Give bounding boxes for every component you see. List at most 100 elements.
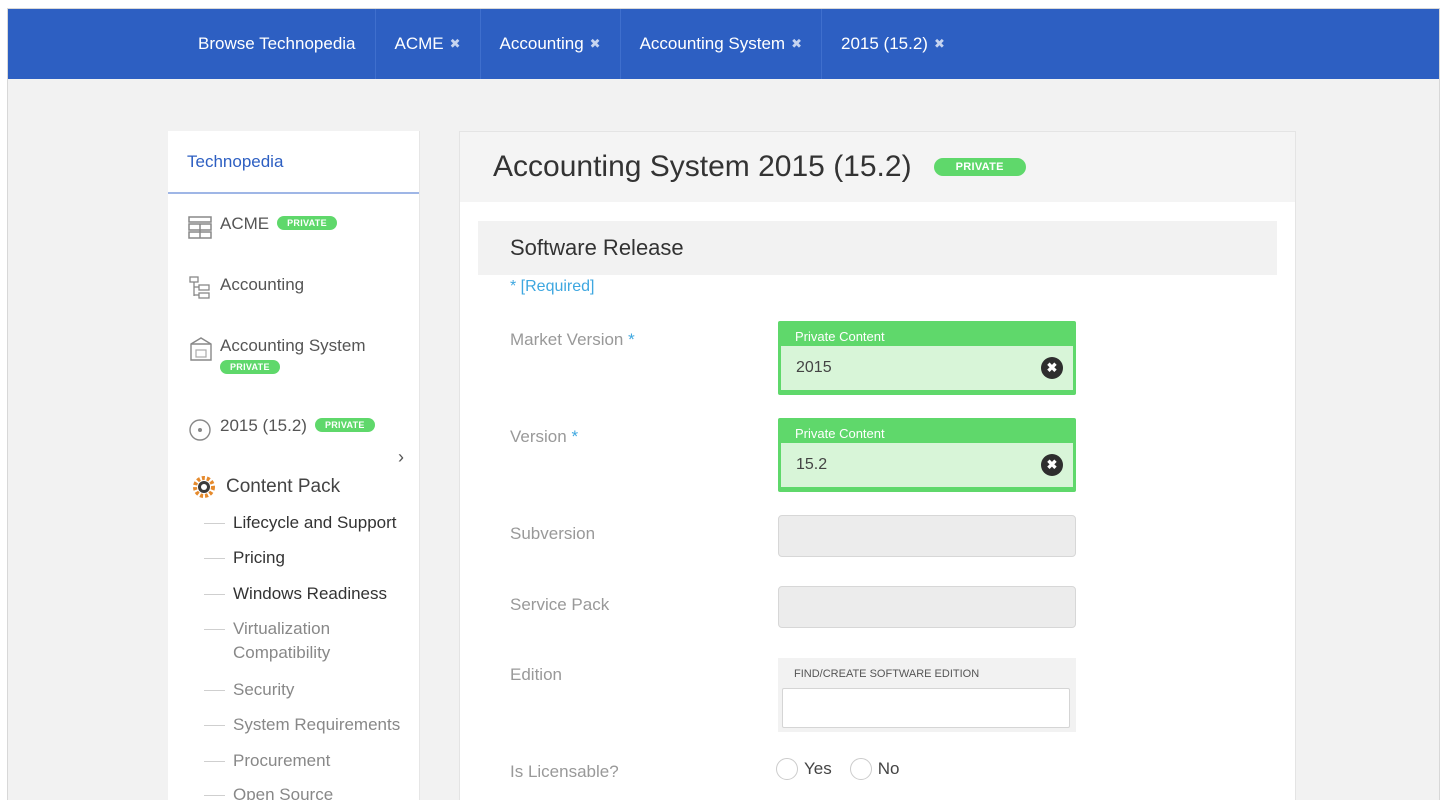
sidebar-sub-procurement[interactable]: Procurement xyxy=(204,749,330,773)
close-icon[interactable]: ✖ xyxy=(450,36,461,52)
market-version-input[interactable]: 2015 ✖ xyxy=(781,346,1073,390)
main-panel: Accounting System 2015 (15.2) PRIVATE So… xyxy=(459,131,1296,800)
radio-yes[interactable]: Yes xyxy=(776,758,832,780)
edition-field: FIND/CREATE SOFTWARE EDITION xyxy=(778,658,1076,732)
radio-label: No xyxy=(877,759,900,778)
subversion-input[interactable] xyxy=(778,515,1076,557)
service-pack-label: Service Pack xyxy=(510,595,610,614)
page-header: Accounting System 2015 (15.2) PRIVATE xyxy=(460,132,1295,202)
disc-icon xyxy=(188,415,220,443)
crumb-label: Accounting System xyxy=(639,34,786,53)
building-icon xyxy=(188,213,220,241)
sidebar-header[interactable]: Technopedia xyxy=(168,131,419,194)
close-icon[interactable]: ✖ xyxy=(934,36,945,52)
clear-icon[interactable]: ✖ xyxy=(1041,357,1063,379)
sidebar-item-label: Accounting xyxy=(220,275,305,294)
field-label-text: Version xyxy=(510,427,567,446)
sidebar: Technopedia ACME PRIVATE Accounting Acco… xyxy=(168,131,420,800)
sidebar-title: Technopedia xyxy=(187,151,284,171)
tree-connector xyxy=(204,629,225,630)
gear-icon xyxy=(192,475,216,499)
hierarchy-icon xyxy=(188,274,220,302)
crumb-browse-technopedia[interactable]: Browse Technopedia xyxy=(178,9,376,79)
crumb-acme[interactable]: ACME ✖ xyxy=(376,9,481,79)
version-input[interactable]: 15.2 ✖ xyxy=(781,443,1073,487)
radio-button[interactable] xyxy=(776,758,798,780)
section-title: Software Release xyxy=(510,235,684,260)
edition-caption: FIND/CREATE SOFTWARE EDITION xyxy=(794,668,980,680)
sidebar-item-2015[interactable]: 2015 (15.2) PRIVATE xyxy=(188,415,375,443)
sub-item-label: System Requirements xyxy=(233,715,401,734)
sub-item-label: Windows Readiness xyxy=(233,584,388,603)
section-header: Software Release xyxy=(478,221,1277,275)
required-marker: * xyxy=(571,427,579,446)
market-version-field: Private Content 2015 ✖ xyxy=(778,321,1076,395)
version-field: Private Content 15.2 ✖ xyxy=(778,418,1076,492)
crumb-accounting[interactable]: Accounting ✖ xyxy=(481,9,621,79)
sidebar-item-acme[interactable]: ACME PRIVATE xyxy=(188,213,337,241)
content-pack-label: Content Pack xyxy=(226,476,341,497)
sidebar-sub-system-requirements[interactable]: System Requirements xyxy=(204,713,400,737)
radio-button[interactable] xyxy=(849,758,872,780)
sidebar-sub-security[interactable]: Security xyxy=(204,678,294,702)
private-badge: PRIVATE xyxy=(314,418,375,432)
sidebar-item-label: 2015 (15.2) xyxy=(220,416,307,435)
radio-label: Yes xyxy=(804,759,832,778)
required-note: * [Required] xyxy=(510,278,595,295)
subversion-label: Subversion xyxy=(510,524,596,543)
tree-connector xyxy=(204,594,225,595)
market-version-label: Market Version * xyxy=(510,330,635,350)
market-version-value: 2015 xyxy=(796,359,832,376)
crumb-label: Accounting xyxy=(499,34,584,53)
required-marker: * xyxy=(628,330,635,349)
private-badge: PRIVATE xyxy=(220,359,280,374)
field-label-text: Market Version xyxy=(510,330,624,349)
crumb-accounting-system[interactable]: Accounting System ✖ xyxy=(621,9,822,79)
sidebar-sub-lifecycle[interactable]: Lifecycle and Support xyxy=(204,511,397,535)
page-title: Accounting System 2015 (15.2) xyxy=(493,150,912,183)
private-badge: PRIVATE xyxy=(277,216,337,230)
tree-connector xyxy=(204,761,225,762)
edition-label: Edition xyxy=(510,665,562,684)
chevron-right-icon[interactable]: › xyxy=(398,447,404,468)
is-licensable-label: Is Licensable? xyxy=(510,762,619,781)
crumb-label: 2015 (15.2) xyxy=(841,34,928,53)
sub-item-label: Security xyxy=(233,680,295,699)
close-icon[interactable]: ✖ xyxy=(791,36,802,52)
tree-connector xyxy=(204,523,225,524)
sub-item-label: Pricing xyxy=(233,548,285,567)
crumb-label: ACME xyxy=(394,34,444,53)
sidebar-sub-open-source[interactable]: Open Source xyxy=(204,783,333,800)
clear-icon[interactable]: ✖ xyxy=(1041,454,1063,476)
private-content-caption: Private Content xyxy=(795,329,885,344)
breadcrumb: Browse Technopedia ACME ✖ Accounting ✖ A… xyxy=(178,9,964,79)
sub-item-label: Open Source xyxy=(233,785,334,800)
service-pack-input[interactable] xyxy=(778,586,1076,628)
sub-item-label: Procurement xyxy=(233,751,331,770)
private-content-caption: Private Content xyxy=(795,426,885,441)
top-nav-bar: Browse Technopedia ACME ✖ Accounting ✖ A… xyxy=(8,9,1439,79)
tree-connector xyxy=(204,558,225,559)
is-licensable-options: Yes No xyxy=(776,758,917,780)
version-label: Version * xyxy=(510,427,578,447)
sub-item-label: Virtualization Compatibility xyxy=(233,619,331,662)
version-value: 15.2 xyxy=(796,456,828,473)
sidebar-item-label: ACME xyxy=(220,214,270,233)
sidebar-item-accounting-system[interactable]: Accounting System PRIVATE xyxy=(188,335,366,375)
sidebar-item-label: Accounting System xyxy=(220,336,366,355)
crumb-2015[interactable]: 2015 (15.2) ✖ xyxy=(822,9,964,79)
crumb-label: Browse Technopedia xyxy=(198,34,356,53)
sidebar-sub-pricing[interactable]: Pricing xyxy=(204,546,285,570)
radio-no[interactable]: No xyxy=(849,758,900,780)
edition-search-input[interactable] xyxy=(782,688,1070,728)
sidebar-sub-windows-readiness[interactable]: Windows Readiness xyxy=(204,582,387,606)
sidebar-sub-virtualization[interactable]: Virtualization Compatibility xyxy=(204,617,330,665)
tree-connector xyxy=(204,795,225,796)
close-icon[interactable]: ✖ xyxy=(590,36,601,52)
box-icon xyxy=(188,335,220,363)
sub-item-label: Lifecycle and Support xyxy=(233,513,397,532)
sidebar-item-content-pack[interactable]: Content Pack xyxy=(192,475,340,499)
tree-connector xyxy=(204,690,225,691)
private-badge: PRIVATE xyxy=(933,158,1026,176)
sidebar-item-accounting[interactable]: Accounting xyxy=(188,274,304,302)
